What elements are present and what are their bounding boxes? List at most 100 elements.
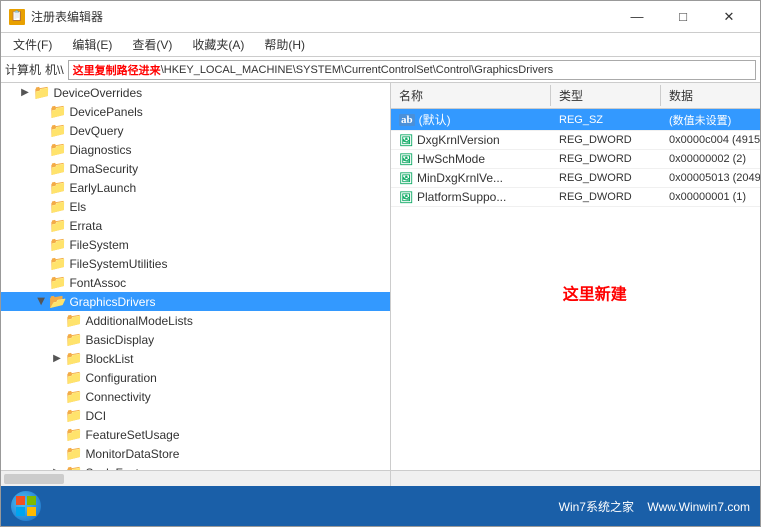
item-label: BasicDisplay [85, 333, 154, 347]
tree-item-blocklist[interactable]: ▶ 📁 BlockList [1, 349, 390, 368]
cell-data: 0x00000002 (2) [661, 151, 760, 167]
tree-item-dci[interactable]: 📁 DCI [1, 406, 390, 425]
win-logo [11, 491, 41, 521]
reg-dword-icon: 🖼 [399, 134, 413, 147]
folder-icon: 📁 [65, 369, 82, 386]
tree-item-connectivity[interactable]: 📁 Connectivity [1, 387, 390, 406]
folder-icon: 📁 [49, 255, 66, 272]
tree-item-configuration[interactable]: 📁 Configuration [1, 368, 390, 387]
tree-item-graphicsdrivers[interactable]: ▶ 📂 GraphicsDrivers [1, 292, 390, 311]
expand-arrow [33, 239, 49, 250]
expand-arrow [33, 163, 49, 174]
folder-icon: 📁 [49, 179, 66, 196]
folder-icon: 📁 [65, 426, 82, 443]
address-path[interactable]: 这里复制路径进来 \HKEY_LOCAL_MACHINE\SYSTEM\Curr… [68, 60, 756, 80]
title-bar-left: 📋 注册表编辑器 [9, 8, 103, 25]
expand-arrow [49, 448, 65, 459]
tree-item-errata[interactable]: 📁 Errata [1, 216, 390, 235]
col-name-header: 名称 [391, 85, 551, 106]
reg-dword-icon: 🖼 [399, 191, 413, 204]
tree-item-fontassoc[interactable]: 📁 FontAssoc [1, 273, 390, 292]
bottom-scrollbar[interactable] [1, 470, 760, 486]
close-button[interactable]: ✕ [706, 7, 752, 27]
item-label: EarlyLaunch [69, 181, 136, 195]
maximize-button[interactable]: □ [660, 7, 706, 27]
tree-item-earlylaunch[interactable]: 📁 EarlyLaunch [1, 178, 390, 197]
reg-dword-icon: 🖼 [399, 172, 413, 185]
registry-row-dxgkrnlversion[interactable]: 🖼 DxgKrnlVersion REG_DWORD 0x0000c004 (4… [391, 131, 760, 150]
registry-row-default[interactable]: ab (默认) REG_SZ (数值未设置) [391, 109, 760, 131]
item-label: FeatureSetUsage [85, 428, 179, 442]
right-h-scroll [391, 471, 760, 487]
registry-row-mindxgkrnlve[interactable]: 🖼 MinDxgKrnlVe... REG_DWORD 0x00005013 (… [391, 169, 760, 188]
menu-help[interactable]: 帮助(H) [256, 34, 313, 55]
cell-type: REG_DWORD [551, 151, 661, 167]
folder-icon: 📁 [49, 217, 66, 234]
item-label: FontAssoc [69, 276, 126, 290]
tree-item-filesystem[interactable]: 📁 FileSystem [1, 235, 390, 254]
cell-data: 0x00005013 (20499) [661, 170, 760, 186]
cell-name: ab (默认) [391, 109, 551, 130]
tree-item-devquery[interactable]: 📁 DevQuery [1, 121, 390, 140]
expand-arrow: ▶ [17, 87, 33, 98]
app-icon: 📋 [9, 9, 25, 25]
cell-data: 0x0000c004 (49156) [661, 132, 760, 148]
cell-name: 🖼 DxgKrnlVersion [391, 131, 551, 149]
registry-row-hwschmode[interactable]: 🖼 HwSchMode REG_DWORD 0x00000002 (2) [391, 150, 760, 169]
folder-icon: 📁 [65, 464, 82, 470]
tree-item-diagnostics[interactable]: 📁 Diagnostics [1, 140, 390, 159]
menu-favorites[interactable]: 收藏夹(A) [184, 34, 252, 55]
cell-name: 🖼 HwSchMode [391, 150, 551, 168]
expand-arrow [49, 391, 65, 402]
expand-arrow [33, 201, 49, 212]
folder-icon: 📁 [65, 312, 82, 329]
tree-item-filesystemutilities[interactable]: 📁 FileSystemUtilities [1, 254, 390, 273]
tree-item-deviceoverrides[interactable]: ▶ 📁 DeviceOverrides [1, 83, 390, 102]
folder-icon: 📁 [49, 274, 66, 291]
expand-arrow: ▶ [49, 467, 65, 470]
menu-edit[interactable]: 编辑(E) [64, 34, 120, 55]
windows-icon [15, 495, 37, 517]
folder-icon: 📁 [65, 407, 82, 424]
tree-item-featuresetusage[interactable]: 📁 FeatureSetUsage [1, 425, 390, 444]
menu-file[interactable]: 文件(F) [5, 34, 60, 55]
address-bar: 计算机 机\\ 这里复制路径进来 \HKEY_LOCAL_MACHINE\SYS… [1, 57, 760, 83]
tree-item-devicepanels[interactable]: 📁 DevicePanels [1, 102, 390, 121]
col-data-header: 数据 [661, 85, 760, 106]
registry-rows[interactable]: ab (默认) REG_SZ (数值未设置) 🖼 DxgKrnlVersion … [391, 109, 760, 470]
folder-icon: 📁 [65, 331, 82, 348]
expand-arrow [33, 144, 49, 155]
status-left [11, 491, 41, 521]
tree-item-additionalmodelists[interactable]: 📁 AdditionalModeLists [1, 311, 390, 330]
tree-item-monitordatastore[interactable]: 📁 MonitorDataStore [1, 444, 390, 463]
item-label: Diagnostics [69, 143, 131, 157]
folder-icon: 📁 [65, 350, 82, 367]
item-label: ScaleFactors [85, 466, 155, 471]
title-bar: 📋 注册表编辑器 — □ ✕ [1, 1, 760, 33]
item-label: DevQuery [69, 124, 123, 138]
tree-item-dmasecurity[interactable]: 📁 DmaSecurity [1, 159, 390, 178]
expand-arrow [49, 372, 65, 383]
tree-item-els[interactable]: 📁 Els [1, 197, 390, 216]
folder-icon: 📁 [49, 103, 66, 120]
folder-icon: 📁 [49, 198, 66, 215]
title-controls: — □ ✕ [614, 7, 752, 27]
folder-open-icon: 📂 [49, 293, 66, 310]
item-label: Els [69, 200, 86, 214]
expand-arrow [33, 277, 49, 288]
item-label: DevicePanels [69, 105, 142, 119]
tree-item-scalefactors[interactable]: ▶ 📁 ScaleFactors [1, 463, 390, 470]
menu-view[interactable]: 查看(V) [124, 34, 180, 55]
folder-icon: 📁 [49, 122, 66, 139]
menu-bar: 文件(F) 编辑(E) 查看(V) 收藏夹(A) 帮助(H) [1, 33, 760, 57]
folder-icon: 📁 [65, 388, 82, 405]
minimize-button[interactable]: — [614, 7, 660, 27]
tree-panel[interactable]: ▶ 📁 DeviceOverrides 📁 DevicePanels 📁 Dev… [1, 83, 391, 470]
item-label: DeviceOverrides [53, 86, 142, 100]
expand-arrow [33, 125, 49, 136]
address-path-text: \HKEY_LOCAL_MACHINE\SYSTEM\CurrentContro… [161, 64, 553, 76]
ab-icon: ab [399, 114, 415, 126]
tree-item-basicdisplay[interactable]: 📁 BasicDisplay [1, 330, 390, 349]
expand-arrow-expanded: ▶ [36, 294, 47, 310]
registry-row-platformsuppo[interactable]: 🖼 PlatformSuppo... REG_DWORD 0x00000001 … [391, 188, 760, 207]
